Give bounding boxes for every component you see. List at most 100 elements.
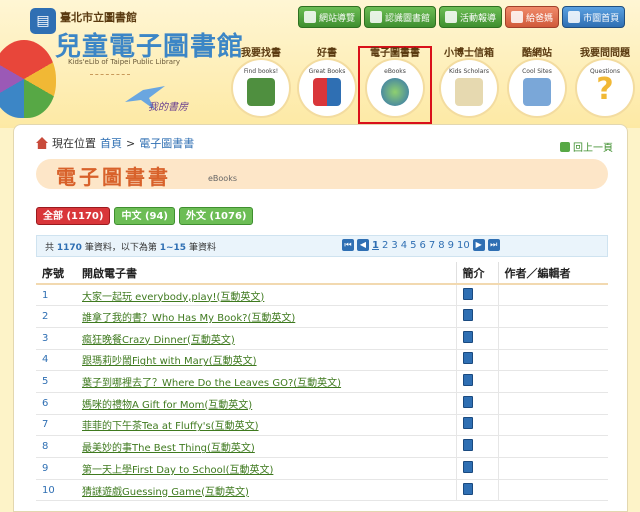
- nav-find-books[interactable]: 我要找書 Find books!: [228, 48, 294, 120]
- table-row: 10 猜謎遊戲Guessing Game(互動英文): [36, 479, 608, 502]
- ebook-link[interactable]: 菲菲的下午茶Tea at Fluffy's(互動英文): [82, 421, 259, 432]
- house-icon: [36, 137, 48, 149]
- top-link-about[interactable]: 認識圖書館: [364, 6, 437, 28]
- row-intro-cell: [455, 305, 498, 328]
- row-author-cell: [497, 327, 608, 350]
- ebook-link[interactable]: 媽咪的禮物A Gift for Mom(互動英文): [82, 400, 252, 411]
- page-link[interactable]: 9: [448, 240, 454, 251]
- row-intro-cell: [455, 479, 498, 502]
- row-author-cell: [497, 457, 608, 480]
- table-row: 4 跟瑪莉吵鬧Fight with Mary(互動英文): [36, 349, 608, 372]
- nav-questions[interactable]: 我要問問題 Questions?: [572, 48, 638, 120]
- back-link[interactable]: 回上一頁: [560, 139, 613, 154]
- ebook-link[interactable]: 誰拿了我的書？Who Has My Book?(互動英文): [82, 313, 295, 324]
- table-header-row: 序號 開啟電子書 簡介 作者／編輯者: [36, 262, 608, 285]
- row-author-cell: [497, 349, 608, 372]
- ebook-link[interactable]: 第一天上學First Day to School(互動英文): [82, 465, 273, 476]
- intro-document-icon[interactable]: [462, 439, 473, 452]
- hot-air-balloon-illustration: [0, 40, 56, 118]
- intro-document-icon[interactable]: [462, 287, 473, 300]
- row-number: 6: [36, 392, 76, 415]
- row-title-cell: 猜謎遊戲Guessing Game(互動英文): [76, 479, 456, 502]
- top-link-sitemap[interactable]: 網站導覽: [298, 6, 362, 28]
- language-filters: 全部 (1170) 中文 (94) 外文 (1076): [36, 207, 254, 225]
- filter-foreign[interactable]: 外文 (1076): [179, 207, 254, 225]
- ebook-link[interactable]: 猜謎遊戲Guessing Game(互動英文): [82, 487, 249, 498]
- nav-ebooks[interactable]: 電子圖書書 eBooks: [358, 46, 432, 124]
- col-header-number: 序號: [36, 262, 76, 285]
- nav-cool-sites[interactable]: 酷網站 Cool Sites: [504, 48, 570, 120]
- books-icon: [247, 78, 275, 106]
- intro-document-icon[interactable]: [462, 374, 473, 387]
- intro-document-icon[interactable]: [462, 482, 473, 495]
- intro-document-icon[interactable]: [462, 330, 473, 343]
- page-link[interactable]: 2: [382, 240, 388, 251]
- page-link[interactable]: 7: [429, 240, 435, 251]
- ebook-link[interactable]: 大家一起玩 everybody,play!(互動英文): [82, 292, 264, 303]
- page-link[interactable]: 3: [391, 240, 397, 251]
- question-mark-icon: ?: [596, 72, 614, 107]
- computer-icon: [523, 78, 551, 106]
- table-row: 6 媽咪的禮物A Gift for Mom(互動英文): [36, 392, 608, 415]
- table-row: 5 葉子到哪裡去了？Where Do the Leaves GO?(互動英文): [36, 370, 608, 393]
- intro-document-icon[interactable]: [462, 417, 473, 430]
- row-title-cell: 第一天上學First Day to School(互動英文): [76, 457, 456, 480]
- ebook-link[interactable]: 葉子到哪裡去了？Where Do the Leaves GO?(互動英文): [82, 378, 341, 389]
- ebook-link[interactable]: 瘋狂晚餐Crazy Dinner(互動英文): [82, 335, 235, 346]
- breadcrumb: 現在位置 首頁 > 電子圖書書: [36, 135, 194, 151]
- first-page-icon[interactable]: ⏮: [342, 239, 354, 251]
- site-subtitle: Kids'eLib of Taipei Public Library: [68, 58, 181, 66]
- breadcrumb-current-link[interactable]: 電子圖書書: [139, 135, 194, 151]
- ebook-table: 序號 開啟電子書 簡介 作者／編輯者 1 大家一起玩 everybody,play…: [36, 262, 608, 502]
- page-link[interactable]: 5: [410, 240, 416, 251]
- page-link[interactable]: 8: [438, 240, 444, 251]
- intro-document-icon[interactable]: [462, 395, 473, 408]
- table-row: 7 菲菲的下午茶Tea at Fluffy's(互動英文): [36, 414, 608, 437]
- row-title-cell: 大家一起玩 everybody,play!(互動英文): [76, 284, 456, 307]
- row-title-cell: 誰拿了我的書？Who Has My Book?(互動英文): [76, 305, 456, 328]
- intro-document-icon[interactable]: [462, 460, 473, 473]
- intro-document-icon[interactable]: [462, 309, 473, 322]
- stacked-books-icon: [313, 78, 341, 106]
- filter-all[interactable]: 全部 (1170): [36, 207, 111, 225]
- ebook-link[interactable]: 最美妙的事The Best Thing(互動英文): [82, 443, 255, 454]
- ebook-link[interactable]: 跟瑪莉吵鬧Fight with Mary(互動英文): [82, 356, 257, 367]
- parents-icon: [511, 11, 524, 23]
- row-author-cell: [497, 370, 608, 393]
- row-intro-cell: [455, 349, 498, 372]
- last-page-icon[interactable]: ⏭: [487, 239, 500, 251]
- library-name: 臺北市立圖書館: [60, 11, 137, 24]
- main-content: 現在位置 首頁 > 電子圖書書 回上一頁 電子圖書書 eBooks 全部 (11…: [13, 124, 628, 512]
- row-author-cell: [497, 479, 608, 502]
- intro-document-icon[interactable]: [462, 352, 473, 365]
- row-number: 9: [36, 457, 76, 480]
- scroll-icon: [455, 78, 483, 106]
- page-link[interactable]: 1: [372, 240, 379, 251]
- library-logo-icon[interactable]: ▤: [30, 8, 56, 34]
- row-number: 1: [36, 284, 76, 307]
- map-icon: [304, 11, 316, 23]
- row-title-cell: 菲菲的下午茶Tea at Fluffy's(互動英文): [76, 414, 456, 437]
- filter-chinese[interactable]: 中文 (94): [114, 207, 176, 225]
- breadcrumb-home-link[interactable]: 首頁: [100, 135, 122, 151]
- row-intro-cell: [455, 414, 498, 437]
- row-number: 2: [36, 305, 76, 328]
- nav-kids-scholars[interactable]: 小博士信箱 Kids Scholars: [436, 48, 502, 120]
- page-link[interactable]: 4: [401, 240, 407, 251]
- table-row: 3 瘋狂晚餐Crazy Dinner(互動英文): [36, 327, 608, 350]
- title-bar: 電子圖書書 eBooks: [36, 159, 608, 189]
- row-title-cell: 媽咪的禮物A Gift for Mom(互動英文): [76, 392, 456, 415]
- library-icon: [370, 11, 383, 23]
- news-icon: [445, 11, 458, 23]
- nav-great-books[interactable]: 好書 Great Books: [294, 48, 360, 120]
- page-link[interactable]: 10: [457, 240, 470, 251]
- top-link-news[interactable]: 活動報導: [439, 6, 503, 28]
- top-link-parents[interactable]: 給爸媽: [505, 6, 560, 28]
- row-author-cell: [497, 414, 608, 437]
- deco-text: 我的書房: [148, 102, 188, 113]
- next-page-icon[interactable]: ▶: [472, 239, 485, 251]
- prev-page-icon[interactable]: ◀: [357, 239, 369, 251]
- home-icon: [568, 11, 581, 23]
- top-link-home[interactable]: 市圖首頁: [562, 6, 626, 28]
- page-link[interactable]: 6: [419, 240, 425, 251]
